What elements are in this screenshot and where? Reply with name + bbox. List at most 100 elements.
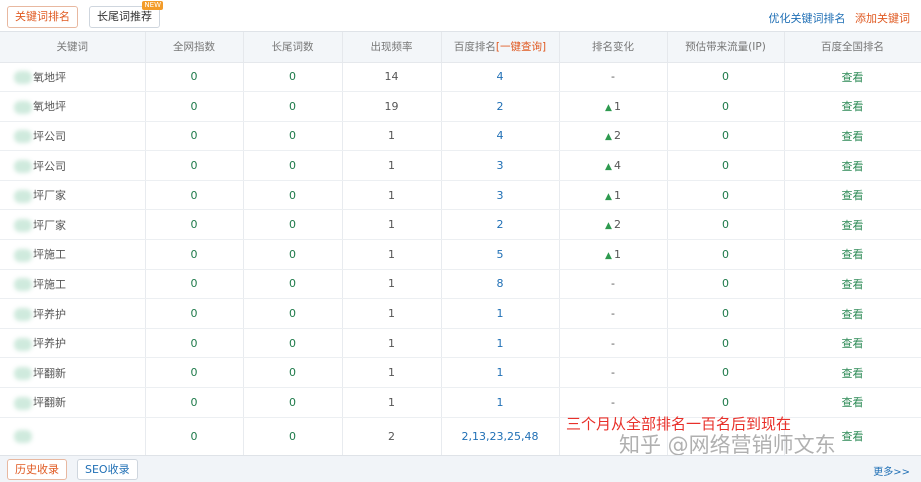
rank-cell: 1 bbox=[441, 298, 560, 329]
bottom-toolbar: 历史收录 SEO收录 更多>> bbox=[0, 455, 921, 482]
seo-index-button[interactable]: SEO收录 bbox=[77, 459, 138, 480]
view-rank-link[interactable]: 查看 bbox=[784, 62, 921, 93]
rank-change-value: 2 bbox=[613, 218, 621, 232]
keyword-cell: 坪翻新 bbox=[0, 387, 146, 418]
keyword-text: 氧地坪 bbox=[33, 100, 66, 114]
index-cell: 0 bbox=[145, 62, 244, 93]
table-row: 坪施工 0 0 1 5 ▲ 1 0 查看 bbox=[0, 239, 921, 270]
keyword-mask bbox=[14, 130, 32, 144]
traffic-cell: 0 bbox=[667, 239, 785, 270]
frequency-cell: 1 bbox=[342, 387, 442, 418]
tab-keyword-rank[interactable]: 关键词排名 bbox=[7, 6, 78, 28]
index-cell: 0 bbox=[145, 239, 244, 270]
rank-change-cell: - bbox=[559, 328, 668, 359]
add-keyword-link[interactable]: 添加关键词 bbox=[855, 12, 910, 25]
longtail-cell: 0 bbox=[243, 121, 343, 152]
index-cell: 0 bbox=[145, 269, 244, 300]
rank-change-cell: - bbox=[559, 62, 668, 93]
longtail-cell: 0 bbox=[243, 269, 343, 300]
traffic-cell: 0 bbox=[667, 357, 785, 389]
table-row: 坪养护 0 0 1 1-0 查看 bbox=[0, 298, 921, 329]
frequency-cell: 2 bbox=[342, 417, 442, 456]
view-rank-link[interactable]: 查看 bbox=[784, 91, 921, 122]
traffic-cell: 0 bbox=[667, 180, 785, 211]
keyword-cell: 氧地坪 bbox=[0, 91, 146, 122]
index-cell: 0 bbox=[145, 417, 244, 456]
index-cell: 0 bbox=[145, 180, 244, 211]
view-rank-link[interactable]: 查看 bbox=[784, 150, 921, 181]
keyword-text: 坪翻新 bbox=[33, 366, 66, 380]
keyword-text: 坪施工 bbox=[33, 277, 66, 291]
longtail-cell: 0 bbox=[243, 298, 343, 329]
arrow-up-icon: ▲ bbox=[605, 102, 612, 113]
view-rank-link[interactable]: 查看 bbox=[784, 387, 921, 418]
keyword-text: 坪厂家 bbox=[33, 189, 66, 203]
table-row: 氧地坪 0 0 14 4-0 查看 bbox=[0, 62, 921, 93]
keyword-text: 坪养护 bbox=[33, 307, 66, 321]
keyword-text: 氧地坪 bbox=[33, 70, 66, 84]
keyword-mask bbox=[14, 100, 32, 114]
tab-longtail-recommend[interactable]: 长尾词推荐 NEW bbox=[89, 1, 163, 28]
view-rank-link[interactable]: 查看 bbox=[784, 298, 921, 329]
rank-cell: 1 bbox=[441, 387, 560, 418]
traffic-cell: 0 bbox=[667, 91, 785, 122]
keyword-text: 坪公司 bbox=[33, 159, 66, 173]
optimize-keyword-link[interactable]: 优化关键词排名 bbox=[769, 12, 846, 25]
longtail-cell: 0 bbox=[243, 357, 343, 389]
keyword-mask bbox=[14, 396, 32, 410]
longtail-cell: 0 bbox=[243, 387, 343, 418]
rank-change-cell: ▲ 1 bbox=[559, 91, 668, 122]
keyword-cell bbox=[0, 417, 146, 456]
rank-change-cell: - bbox=[559, 269, 668, 300]
keyword-cell: 坪养护 bbox=[0, 328, 146, 359]
col-rank-change: 排名变化 bbox=[559, 32, 668, 63]
col-baidu-rank-label: 百度排名 bbox=[453, 41, 496, 54]
view-rank-link[interactable]: 查看 bbox=[784, 357, 921, 389]
quick-query-link[interactable]: [一键查询] bbox=[496, 41, 546, 53]
view-rank-link[interactable]: 查看 bbox=[784, 121, 921, 152]
traffic-cell: 0 bbox=[667, 298, 785, 329]
arrow-up-icon: ▲ bbox=[605, 132, 612, 143]
rank-cell: 2,13,23,25,48 bbox=[441, 417, 560, 456]
frequency-cell: 1 bbox=[342, 150, 442, 181]
view-rank-link[interactable]: 查看 bbox=[784, 269, 921, 300]
frequency-cell: 14 bbox=[342, 62, 442, 93]
index-cell: 0 bbox=[145, 357, 244, 389]
longtail-cell: 0 bbox=[243, 62, 343, 93]
keyword-cell: 坪翻新 bbox=[0, 357, 146, 389]
col-total-index: 全网指数 bbox=[145, 32, 244, 63]
history-index-button[interactable]: 历史收录 bbox=[7, 459, 67, 480]
rank-change-cell: - bbox=[559, 298, 668, 329]
rank-cell: 1 bbox=[441, 357, 560, 389]
keyword-text: 坪养护 bbox=[33, 337, 66, 351]
view-rank-link[interactable]: 查看 bbox=[784, 239, 921, 270]
traffic-cell: 0 bbox=[667, 209, 785, 241]
rank-cell: 2 bbox=[441, 209, 560, 241]
frequency-cell: 1 bbox=[342, 121, 442, 152]
table-row: 氧地坪 0 0 19 2 ▲ 1 0 查看 bbox=[0, 91, 921, 122]
rank-cell: 5 bbox=[441, 239, 560, 270]
keyword-mask bbox=[14, 248, 32, 262]
rank-change-cell: ▲ 1 bbox=[559, 239, 668, 270]
keyword-mask bbox=[14, 71, 32, 85]
rank-change-cell: ▲ 4 bbox=[559, 150, 668, 181]
view-rank-link[interactable]: 查看 bbox=[784, 328, 921, 359]
longtail-cell: 0 bbox=[243, 328, 343, 359]
longtail-cell: 0 bbox=[243, 239, 343, 270]
keyword-cell: 氧地坪 bbox=[0, 62, 146, 93]
view-rank-link[interactable]: 查看 bbox=[784, 180, 921, 211]
rank-change-cell: - bbox=[559, 357, 668, 389]
traffic-cell: 0 bbox=[667, 121, 785, 152]
arrow-up-icon: ▲ bbox=[605, 162, 612, 173]
view-rank-link[interactable]: 查看 bbox=[784, 209, 921, 241]
keyword-mask bbox=[14, 367, 32, 381]
frequency-cell: 1 bbox=[342, 357, 442, 389]
index-cell: 0 bbox=[145, 298, 244, 329]
rank-cell: 4 bbox=[441, 121, 560, 152]
longtail-cell: 0 bbox=[243, 150, 343, 181]
table-row: 坪施工 0 0 1 8-0 查看 bbox=[0, 269, 921, 300]
more-link[interactable]: 更多>> bbox=[873, 463, 910, 478]
traffic-cell: 0 bbox=[667, 150, 785, 181]
keyword-mask bbox=[14, 308, 32, 322]
table-row: 坪翻新 0 0 1 1-0 查看 bbox=[0, 357, 921, 389]
